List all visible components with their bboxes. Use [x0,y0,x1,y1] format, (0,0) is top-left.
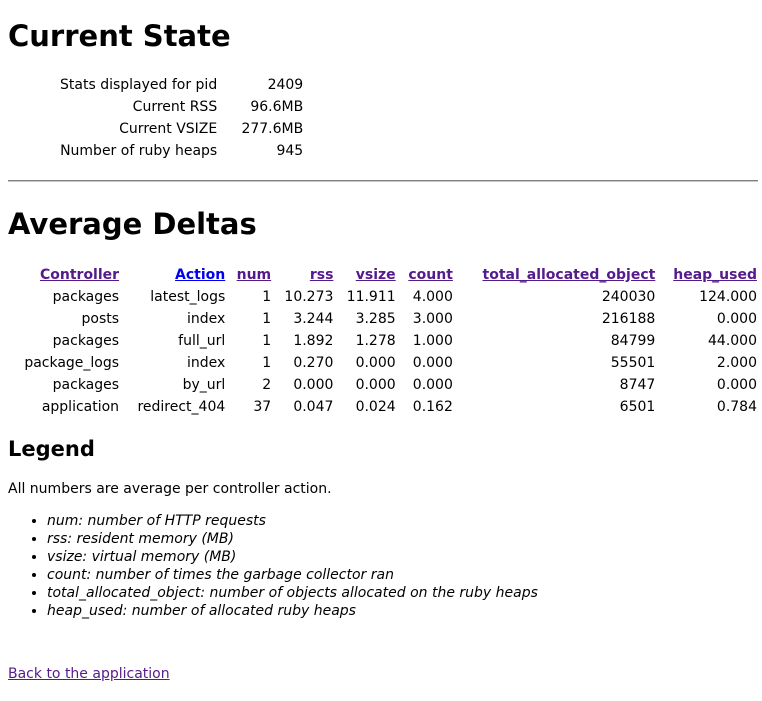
stat-value: 2409 [267,77,304,93]
header-rss[interactable]: rss [274,264,336,286]
table-cell: 3.244 [293,311,334,327]
table-cell: 11.911 [346,289,396,305]
table-cell: 84799 [610,333,656,349]
stat-row: Current RSS 96.6MB [56,96,307,118]
table-cell: full_url [178,333,226,349]
table-cell: packages [52,377,120,393]
header-num[interactable]: num [228,264,274,286]
table-cell: 0.000 [355,355,396,371]
table-cell: redirect_404 [137,399,226,415]
list-item: rss: resident memory (MB) [47,530,538,548]
table-cell: 0.047 [293,399,334,415]
table-header-row: Controller Action num rss vsize count to… [8,264,760,286]
table-cell: 0.784 [716,399,757,415]
header-heap-used[interactable]: heap_used [658,264,760,286]
table-cell: 0.000 [293,377,334,393]
stat-label: Current RSS [132,99,218,115]
current-state-table: Stats displayed for pid 2409 Current RSS… [56,74,307,162]
average-deltas-title: Average Deltas [8,207,257,241]
table-cell: 10.273 [284,289,334,305]
stat-value: 96.6MB [250,99,304,115]
stat-label: Stats displayed for pid [60,77,218,93]
table-cell: 0.000 [412,377,453,393]
table-cell: 0.270 [293,355,334,371]
table-cell: 0.024 [355,399,396,415]
table-cell: 124.000 [699,289,757,305]
table-cell: 3.285 [355,311,396,327]
table-cell: 1.892 [293,333,334,349]
legend-note: All numbers are average per controller a… [8,481,332,497]
stat-row: Stats displayed for pid 2409 [56,74,307,96]
table-row: posts index 1 3.244 3.285 3.000 216188 0.000 [8,308,760,330]
table-cell: latest_logs [150,289,226,305]
table-cell: 6501 [619,399,656,415]
table-cell: 0.000 [355,377,396,393]
table-cell: 55501 [610,355,656,371]
table-cell: packages [52,289,120,305]
table-cell: 37 [253,399,272,415]
header-vsize[interactable]: vsize [336,264,398,286]
table-cell: 1.278 [355,333,396,349]
table-cell: 44.000 [708,333,757,349]
sort-link-num[interactable]: num [237,267,272,283]
table-cell: 3.000 [412,311,453,327]
legend-list: num: number of HTTP requests rss: reside… [8,512,538,620]
sort-link-total-allocated-object[interactable]: total_allocated_object [483,267,656,283]
table-cell: 4.000 [412,289,453,305]
table-cell: 0.000 [716,311,757,327]
header-controller[interactable]: Controller [8,264,122,286]
table-cell: 240030 [601,289,656,305]
section-divider [8,180,758,182]
table-cell: 216188 [601,311,656,327]
table-row: packages full_url 1 1.892 1.278 1.000 84799 44.… [8,330,760,352]
list-item: total_allocated_object: number of object… [47,584,538,602]
table-cell: posts [81,311,120,327]
table-cell: 1 [262,355,272,371]
table-cell: 1.000 [412,333,453,349]
table-cell: index [186,355,226,371]
stat-value: 945 [276,143,304,159]
table-cell: packages [52,333,120,349]
table-row: packages by_url 2 0.000 0.000 0.000 8747 0.000 [8,374,760,396]
average-deltas-table: Controller Action num rss vsize count to… [8,264,760,418]
table-cell: package_logs [24,355,120,371]
table-cell: index [186,311,226,327]
table-cell: 0.000 [716,377,757,393]
list-item: heap_used: number of allocated ruby heap… [47,602,538,620]
stat-label: Current VSIZE [119,121,218,137]
header-total-allocated-object[interactable]: total_allocated_object [456,264,658,286]
header-count[interactable]: count [399,264,456,286]
table-cell: 0.162 [412,399,453,415]
stat-row: Current VSIZE 277.6MB [56,118,307,140]
table-cell: 1 [262,333,272,349]
sort-link-controller[interactable]: Controller [40,267,119,283]
stat-value: 277.6MB [241,121,304,137]
table-cell: 0.000 [412,355,453,371]
header-action[interactable]: Action [122,264,228,286]
table-cell: 2.000 [716,355,757,371]
sort-link-action[interactable]: Action [175,267,225,283]
table-cell: application [41,399,120,415]
table-cell: 8747 [619,377,656,393]
table-cell: 1 [262,311,272,327]
list-item: count: number of times the garbage colle… [47,566,538,584]
table-cell: by_url [182,377,226,393]
sort-link-heap-used[interactable]: heap_used [673,267,757,283]
sort-link-rss[interactable]: rss [310,267,334,283]
table-cell: 1 [262,289,272,305]
list-item: vsize: virtual memory (MB) [47,548,538,566]
current-state-title: Current State [8,19,231,53]
table-row: package_logs index 1 0.270 0.000 0.000 55501 2.… [8,352,760,374]
table-row: packages latest_logs 1 10.273 11.911 4.000 240… [8,286,760,308]
stat-row: Number of ruby heaps 945 [56,140,307,162]
legend-title: Legend [8,437,95,461]
sort-link-count[interactable]: count [408,267,453,283]
table-cell: 2 [262,377,272,393]
table-row: application redirect_404 37 0.047 0.024 0.162… [8,396,760,418]
stat-label: Number of ruby heaps [60,143,218,159]
sort-link-vsize[interactable]: vsize [356,267,396,283]
list-item: num: number of HTTP requests [47,512,538,530]
back-to-application-link[interactable]: Back to the application [8,666,170,682]
